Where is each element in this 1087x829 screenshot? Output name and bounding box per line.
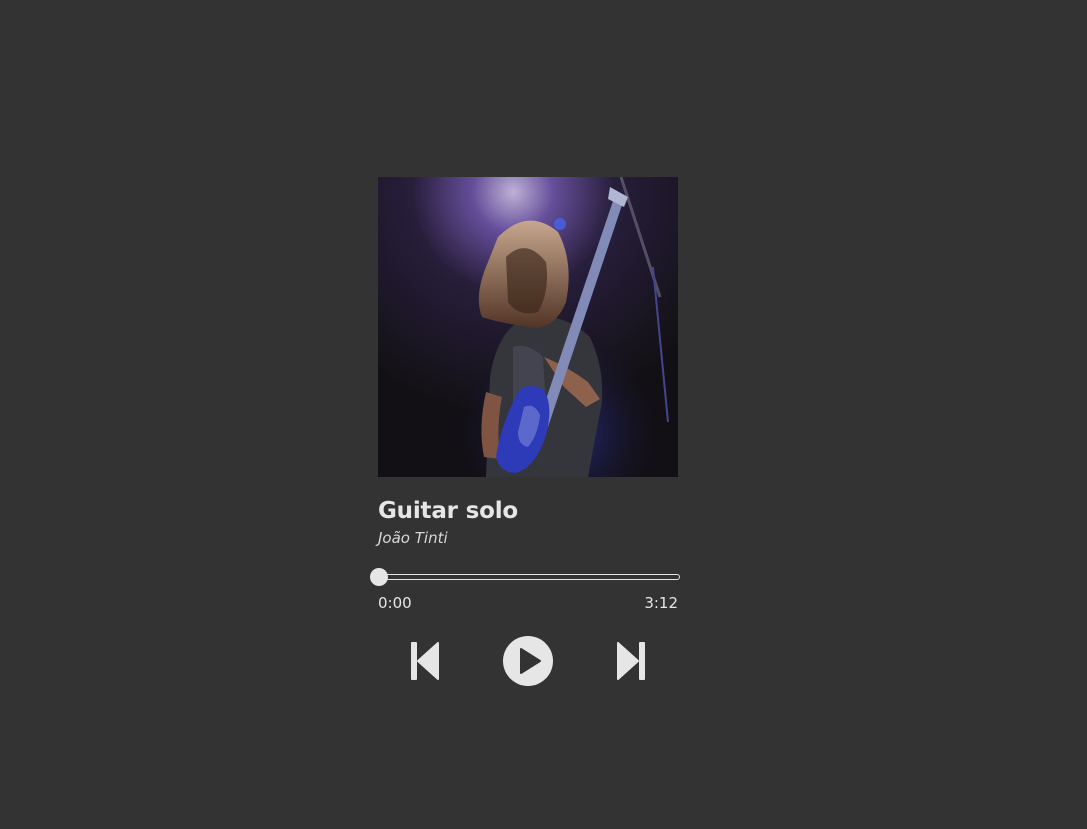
progress-slider[interactable] [370,568,680,589]
play-circle-icon [503,636,553,686]
previous-button[interactable] [411,642,439,684]
skip-previous-icon [411,642,439,680]
next-button[interactable] [617,642,645,684]
progress-track[interactable] [376,574,680,580]
album-cover [378,177,678,477]
track-title: Guitar solo [378,498,518,524]
music-player: Guitar solo João Tinti 0:00 3:12 [370,177,680,686]
skip-next-icon [617,642,645,680]
progress-thumb[interactable] [370,568,388,586]
duration-time: 3:12 [644,594,678,612]
playback-controls [378,636,678,686]
play-button[interactable] [503,636,553,690]
track-artist: João Tinti [378,529,448,547]
time-row: 0:00 3:12 [378,594,678,612]
current-time: 0:00 [378,594,412,612]
